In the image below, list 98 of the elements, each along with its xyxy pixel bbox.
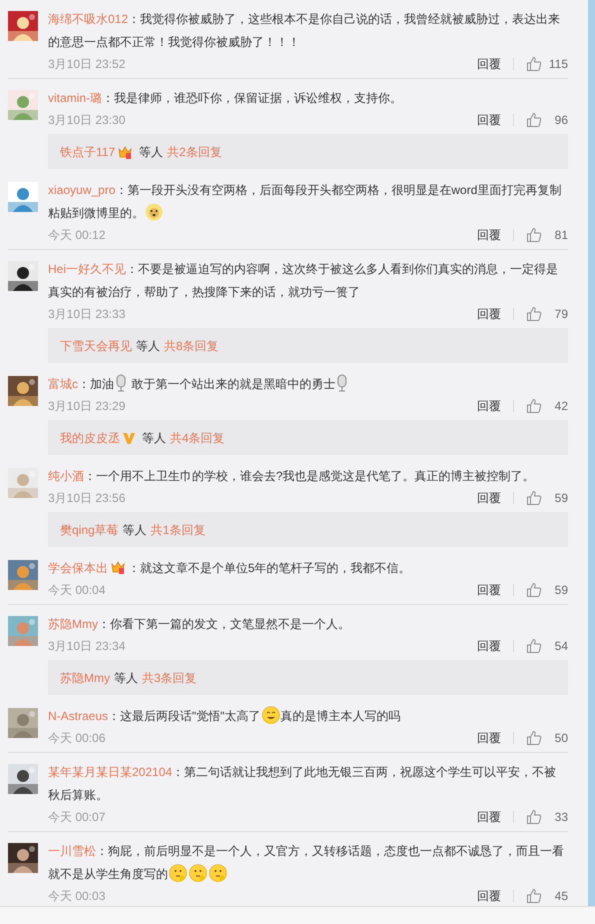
reply-link[interactable]: 回覆 <box>477 489 501 507</box>
comment-text: 富城c：加油 敢于第一个站出来的就是黑暗中的勇士 <box>48 373 568 396</box>
comment-time: 今天 00:06 <box>48 730 106 747</box>
reply-others-text: 等人 <box>139 144 164 160</box>
comment-text: 某年某月某日某202104：第二句话就让我想到了此地无银三百两，祝愿这个学生可以平安，不被秋后算账。 <box>48 764 558 804</box>
reply-link[interactable]: 回覆 <box>477 808 501 826</box>
thumbs-up-icon[interactable] <box>526 112 542 128</box>
comment-text: 一川雪松：狗屁，前后明显不是一个人，又官方，又转移话题，态度也一点都不诚恳了，而且一看就不是从学生角度写的 <box>48 843 565 884</box>
thumbs-up-icon[interactable] <box>526 582 542 598</box>
comment-time: 3月10日 23:33 <box>48 306 126 323</box>
comment-text: 纯小酒：一个用不上卫生巾的学校，谁会去?我也是感觉这是代笔了。真正的博主被控制了。 <box>48 468 536 485</box>
thumbs-up-icon[interactable] <box>526 638 542 654</box>
username-link[interactable]: 富城c <box>48 377 78 391</box>
reply-user-link[interactable]: 铁点子117 <box>60 142 116 160</box>
thumbs-up-icon[interactable] <box>526 888 542 904</box>
username-link[interactable]: Hei一好久不见 <box>48 262 126 276</box>
reply-link[interactable]: 回覆 <box>477 637 501 655</box>
like-count: 96 <box>554 112 568 129</box>
comment-time: 3月10日 23:52 <box>48 56 126 73</box>
like-count: 50 <box>554 730 568 747</box>
reply-link[interactable]: 回覆 <box>477 305 501 323</box>
replies-bar[interactable]: 我的皮皮丞 等人 共4条回复 <box>48 420 568 455</box>
comment-time: 今天 00:03 <box>48 888 106 905</box>
username-link[interactable]: N-Astraeus <box>48 709 108 723</box>
reply-link[interactable]: 回覆 <box>477 729 501 747</box>
dog-emoji-icon <box>145 203 163 221</box>
crown-badge-icon <box>117 144 134 160</box>
comment-time: 今天 00:07 <box>48 809 106 826</box>
thinking-emoji-icon <box>189 864 207 882</box>
username-link[interactable]: 一川雪松 <box>48 844 96 858</box>
comment-text: 海绵不吸水012：我觉得你被威胁了，这些根本不是你自己说的话，我曾经就被威胁过，表达出来的意思一点都不正常！我觉得你被威胁了！！！ <box>48 11 562 51</box>
comment-text: Hei一好久不见：不要是被逼迫写的内容啊，这次终于被这么多人看到你们真实的消息，一定得是真实的有被治疗，帮助了，热搜降下来的话，就功亏一篑了 <box>48 261 560 301</box>
v-badge-icon <box>122 430 136 444</box>
thumbs-up-icon[interactable] <box>526 809 542 825</box>
thumbs-up-icon[interactable] <box>526 490 542 506</box>
reply-link[interactable]: 回覆 <box>477 55 501 73</box>
scrollbar[interactable] <box>588 0 595 906</box>
thumbs-up-icon[interactable] <box>526 398 542 414</box>
comment-text: N-Astraeus：这最后两段话"觉悟"太高了 真的是博主本人写的吗 <box>48 705 568 728</box>
username-link[interactable]: 学会保本出 <box>48 561 108 575</box>
reply-user-link[interactable]: 樊qing草莓 <box>60 520 119 538</box>
smiley-emoji-icon <box>262 706 280 724</box>
reply-user-link[interactable]: 下雪天会再见 <box>60 336 132 354</box>
like-count: 54 <box>554 638 568 655</box>
like-count: 45 <box>554 888 568 905</box>
like-count: 42 <box>554 398 568 415</box>
comment-time: 今天 00:04 <box>48 582 106 599</box>
like-count: 59 <box>554 582 568 599</box>
thinking-emoji-icon <box>169 864 187 882</box>
reply-link[interactable]: 回覆 <box>477 111 501 129</box>
comment-text: 学会保本出 ：就这文章不是个单位5年的笔杆子写的，我都不信。 <box>48 558 412 577</box>
like-count: 59 <box>554 490 568 507</box>
username-link[interactable]: xiaoyuw_pro <box>48 183 116 197</box>
replies-bar[interactable]: 苏隐Mmy 等人 共3条回复 <box>48 660 568 695</box>
crown-badge-icon <box>110 559 126 575</box>
reply-count-link[interactable]: 共4条回复 <box>170 428 225 446</box>
reply-link[interactable]: 回覆 <box>477 581 501 599</box>
like-count: 81 <box>554 227 568 244</box>
comment-text: vitamin-璐：我是律师，谁恐吓你，保留证据，诉讼维权，支持你。 <box>48 90 404 107</box>
username-link[interactable]: 纯小酒 <box>48 469 84 483</box>
comment-time: 3月10日 23:56 <box>48 490 126 507</box>
thumbs-up-icon[interactable] <box>526 227 542 243</box>
comment-time: 今天 00:12 <box>48 227 106 244</box>
comment-time: 3月10日 23:30 <box>48 112 126 129</box>
reply-link[interactable]: 回覆 <box>477 397 501 415</box>
thumbs-up-icon[interactable] <box>526 56 542 72</box>
comment-time: 3月10日 23:29 <box>48 398 126 415</box>
reply-others-text: 等人 <box>136 338 160 354</box>
reply-count-link[interactable]: 共2条回复 <box>167 142 222 160</box>
reply-count-link[interactable]: 共8条回复 <box>164 336 219 354</box>
reply-link[interactable]: 回覆 <box>477 226 501 244</box>
replies-bar[interactable]: 樊qing草莓 等人 共1条回复 <box>48 512 568 547</box>
comment-text: xiaoyuw_pro：第一段开头没有空两格，后面每段开头都空两格，很明显是在word里面打完再复制粘贴到微博里的。 <box>48 182 562 223</box>
username-link[interactable]: 某年某月某日某202104 <box>48 765 172 779</box>
replies-bar[interactable]: 铁点子117 等人 共2条回复 <box>48 134 568 169</box>
username-link[interactable]: 海绵不吸水012 <box>48 12 128 26</box>
reply-link[interactable]: 回覆 <box>477 887 501 905</box>
comment-text: 苏隐Mmy：你看下第一篇的发文，文笔显然不是一个人。 <box>48 616 351 633</box>
thumbs-up-icon[interactable] <box>526 306 542 322</box>
reply-others-text: 等人 <box>122 522 147 538</box>
reply-count-link[interactable]: 共3条回复 <box>142 668 197 686</box>
comment-time: 3月10日 23:34 <box>48 638 126 655</box>
reply-count-link[interactable]: 共1条回复 <box>150 520 206 538</box>
horizontal-scrollbar[interactable] <box>0 906 595 924</box>
like-count: 79 <box>554 306 568 323</box>
replies-bar[interactable]: 下雪天会再见 等人 共8条回复 <box>48 328 568 363</box>
reply-others-text: 等人 <box>142 430 166 446</box>
like-count: 33 <box>554 809 568 826</box>
username-link[interactable]: vitamin-璐 <box>48 91 102 105</box>
reply-user-link[interactable]: 我的皮皮丞 <box>60 428 120 446</box>
username-link[interactable]: 苏隐Mmy <box>48 617 98 631</box>
like-count: 115 <box>548 56 568 73</box>
thumbs-up-icon[interactable] <box>526 730 542 746</box>
microphone-emoji-icon <box>336 374 348 392</box>
microphone-emoji-icon <box>115 374 127 392</box>
thinking-emoji-icon <box>209 864 227 882</box>
reply-others-text: 等人 <box>114 670 138 686</box>
reply-user-link[interactable]: 苏隐Mmy <box>60 668 110 686</box>
